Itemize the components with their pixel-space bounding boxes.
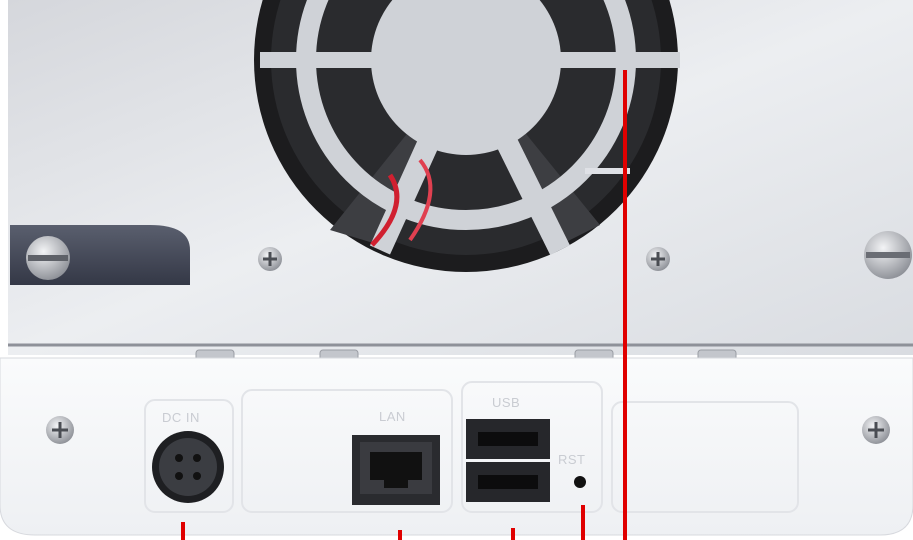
- screw-icon: [864, 231, 912, 279]
- power-jack-icon[interactable]: [152, 431, 224, 503]
- screw-icon: [646, 247, 670, 271]
- usb-port-icon[interactable]: [466, 462, 550, 502]
- usb-label: USB: [492, 395, 521, 410]
- lan-label: LAN: [379, 409, 406, 424]
- panel-clip: [10, 225, 190, 285]
- nas-back-panel-photo: [0, 0, 913, 540]
- screw-icon: [46, 416, 74, 444]
- dc-in-label: DC IN: [162, 410, 200, 425]
- ethernet-port-icon[interactable]: [352, 435, 440, 505]
- screw-icon: [258, 247, 282, 271]
- usb-port-icon[interactable]: [466, 419, 550, 459]
- reset-label: RST: [558, 452, 586, 467]
- base-plate: [0, 357, 913, 536]
- screw-icon: [862, 416, 890, 444]
- reset-button[interactable]: [574, 476, 586, 488]
